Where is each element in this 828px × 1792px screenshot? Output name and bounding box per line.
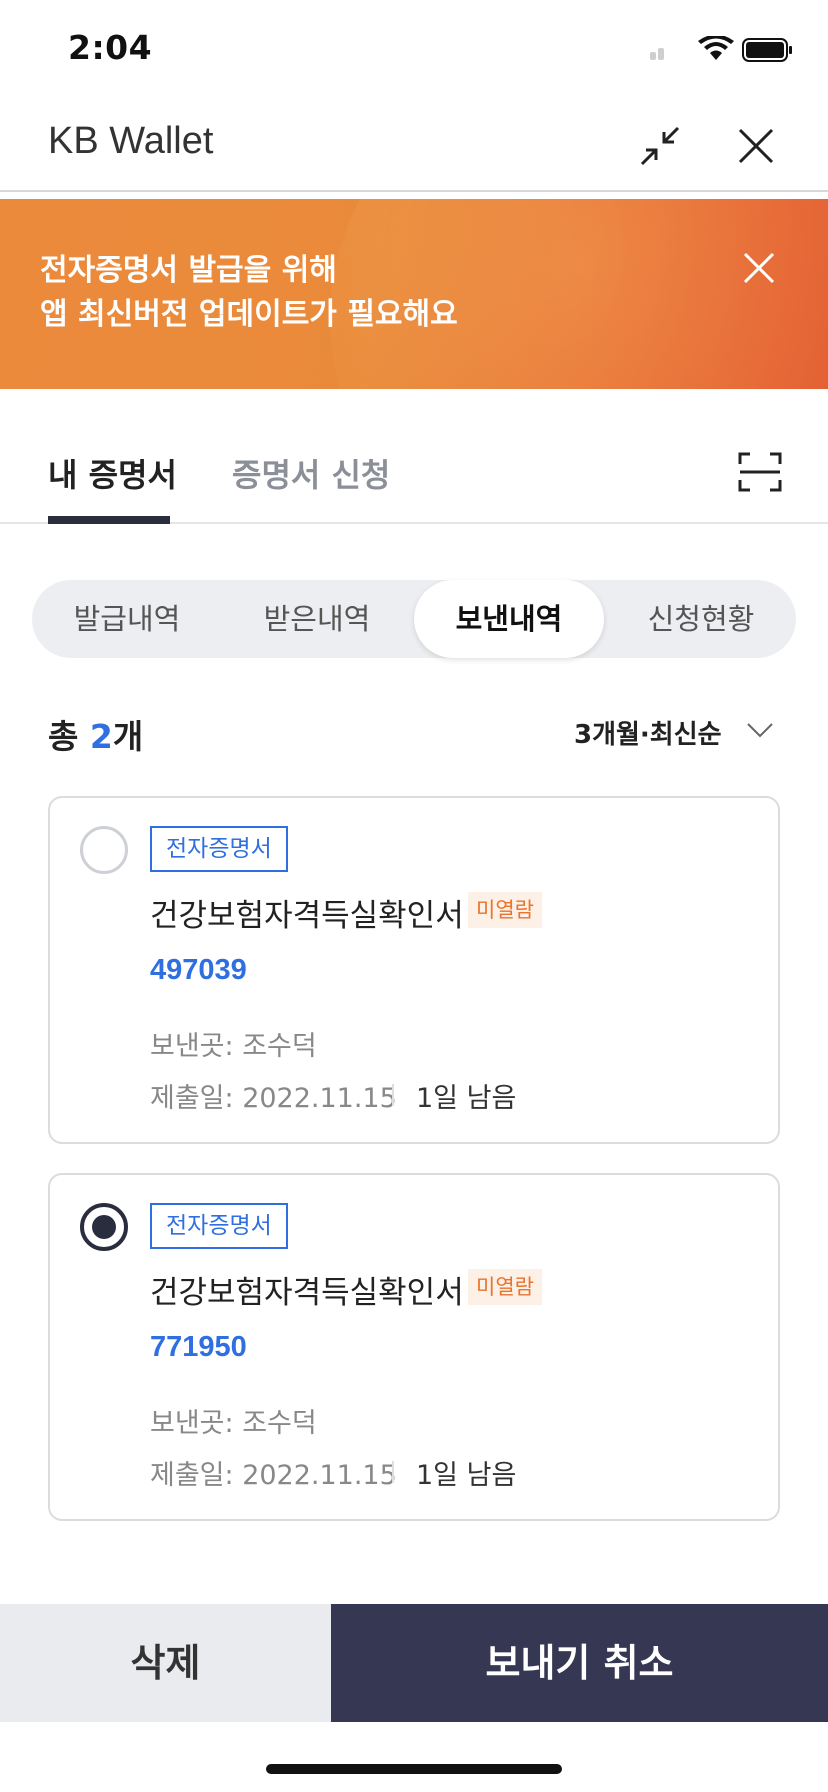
chevron-down-icon[interactable]: [746, 720, 774, 740]
close-icon[interactable]: [732, 122, 780, 170]
select-radio[interactable]: [80, 1203, 128, 1251]
certificate-name: 건강보험자격득실확인서: [150, 898, 464, 934]
segment-sent[interactable]: 보낸내역: [414, 580, 604, 658]
active-tab-indicator: [48, 516, 170, 524]
sort-dropdown[interactable]: 3개월·최신순: [574, 714, 722, 751]
app-title: KB Wallet: [48, 120, 214, 162]
history-segmented-control: 발급내역 받은내역 보낸내역 신청현황: [32, 580, 796, 658]
update-banner: 전자증명서 발급을 위해 앱 최신버전 업데이트가 필요해요: [0, 199, 828, 389]
tab-my-certificates[interactable]: 내 증명서: [48, 450, 177, 496]
wifi-icon: [698, 36, 734, 60]
scan-icon[interactable]: [738, 452, 782, 492]
remaining-days: 1일 남음: [416, 1083, 517, 1114]
certificate-card[interactable]: 전자증명서 건강보험자격득실확인서 미열람 497039 보낸곳: 조수덕 제출…: [48, 796, 780, 1144]
tab-apply-certificate[interactable]: 증명서 신청: [232, 450, 390, 496]
home-indicator: [266, 1764, 562, 1774]
delete-button[interactable]: 삭제: [0, 1604, 331, 1722]
status-time: 2:04: [68, 28, 153, 67]
segment-issued[interactable]: 발급내역: [32, 580, 222, 658]
certificate-card[interactable]: 전자증명서 건강보험자격득실확인서 미열람 771950 보낸곳: 조수덕 제출…: [48, 1173, 780, 1521]
select-radio[interactable]: [80, 826, 128, 874]
submit-date: 제출일: 2022.11.15: [150, 1460, 397, 1491]
total-count: 총 2개: [48, 717, 144, 756]
main-tabs: 내 증명서 증명서 신청: [0, 430, 828, 524]
minimize-icon[interactable]: [636, 122, 684, 170]
banner-message: 전자증명서 발급을 위해 앱 최신버전 업데이트가 필요해요: [40, 253, 458, 332]
recipient: 보낸곳: 조수덕: [150, 1408, 317, 1439]
submit-date: 제출일: 2022.11.15: [150, 1083, 397, 1114]
banner-close-icon[interactable]: [742, 251, 776, 285]
battery-icon: [742, 38, 792, 62]
recipient: 보낸곳: 조수덕: [150, 1031, 317, 1062]
certificate-number: 771950: [150, 1331, 247, 1363]
divider: [392, 1461, 394, 1483]
signal-icon: [650, 46, 670, 60]
status-badge: 미열람: [468, 1269, 542, 1305]
certificate-number: 497039: [150, 954, 247, 986]
segment-application-status[interactable]: 신청현황: [606, 580, 796, 658]
app-header: KB Wallet: [0, 96, 828, 192]
remaining-days: 1일 남음: [416, 1460, 517, 1491]
divider: [392, 1084, 394, 1106]
segment-received[interactable]: 받은내역: [222, 580, 412, 658]
doc-type-badge: 전자증명서: [150, 826, 288, 872]
status-badge: 미열람: [468, 892, 542, 928]
doc-type-badge: 전자증명서: [150, 1203, 288, 1249]
status-bar: 2:04: [0, 0, 828, 96]
certificate-name: 건강보험자격득실확인서: [150, 1275, 464, 1311]
cancel-send-button[interactable]: 보내기 취소: [331, 1604, 828, 1722]
